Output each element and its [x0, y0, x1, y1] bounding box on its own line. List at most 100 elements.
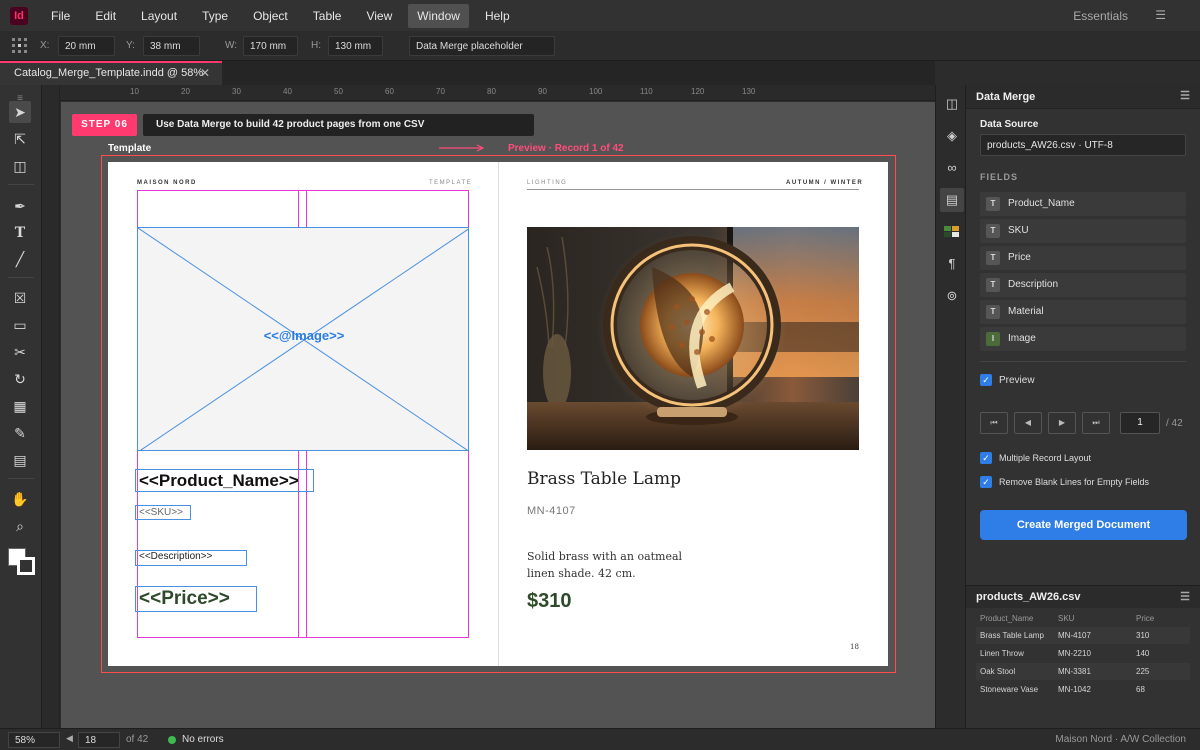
menu-help[interactable]: Help — [476, 4, 519, 28]
panel-title: Data Merge — [976, 91, 1036, 103]
menu-file[interactable]: File — [42, 4, 79, 28]
ruler-label: 10 — [130, 87, 139, 96]
text-field-icon: T — [986, 305, 1000, 319]
pages-panel-icon[interactable]: ◫ — [940, 92, 964, 116]
reference-point-icon[interactable] — [12, 38, 28, 54]
close-icon[interactable]: ✕ — [200, 66, 210, 80]
gap-tool-icon[interactable]: ◫ — [9, 155, 31, 177]
field-price[interactable]: T Price — [980, 246, 1186, 270]
collection-footer: Maison Nord · A/W Collection — [1055, 734, 1186, 745]
swatches-panel-icon[interactable] — [940, 220, 964, 244]
csv-column-header[interactable]: Product_Name — [980, 614, 1033, 623]
pathfinder-panel-icon[interactable]: ⊚ — [940, 284, 964, 308]
links-panel-icon[interactable]: ∞ — [940, 156, 964, 180]
menu-edit[interactable]: Edit — [86, 4, 125, 28]
hand-tool-icon[interactable]: ✋ — [9, 488, 31, 510]
field-sku[interactable]: T SKU — [980, 219, 1186, 243]
csv-row[interactable]: Stoneware Vase MN-1042 68 — [976, 681, 1190, 698]
menu-layout[interactable]: Layout — [132, 4, 186, 28]
data-source-label: Data Source — [980, 119, 1039, 130]
data-source-field[interactable]: products_AW26.csv · UTF-8 — [980, 134, 1186, 156]
note-tool-icon[interactable]: ▤ — [9, 449, 31, 471]
product-price: $310 — [527, 590, 572, 612]
menu-table[interactable]: Table — [304, 4, 351, 28]
csv-row[interactable]: Oak Stool MN-3381 225 — [976, 663, 1190, 680]
csv-cell: Stoneware Vase — [980, 685, 1039, 694]
hamburger-menu-icon[interactable]: ☰ — [1155, 8, 1166, 22]
gradient-tool-icon[interactable]: ▦ — [9, 395, 31, 417]
preflight-status[interactable]: No errors — [182, 734, 224, 745]
page-number-field[interactable]: 18 — [78, 732, 120, 748]
direct-selection-tool-icon[interactable]: ⇱ — [9, 128, 31, 150]
csv-cell: 310 — [1136, 631, 1150, 640]
text-field-icon: T — [986, 197, 1000, 211]
zoom-field[interactable]: 58% — [8, 732, 60, 748]
menu-window[interactable]: Window — [408, 3, 469, 28]
previous-record-button[interactable]: ◀ — [1014, 412, 1042, 434]
product-name: Brass Table Lamp — [527, 469, 681, 489]
field-image[interactable]: I Image — [980, 327, 1186, 351]
previous-page-icon[interactable]: ◀ — [66, 733, 73, 744]
panel-menu-icon[interactable]: ☰ — [1180, 590, 1190, 603]
menu-type[interactable]: Type — [193, 4, 237, 28]
zoom-tool-icon[interactable]: ⌕ — [9, 515, 31, 537]
scissors-tool-icon[interactable]: ✂ — [9, 341, 31, 363]
height-field[interactable]: 130 mm — [328, 36, 383, 56]
text-field-icon: T — [986, 224, 1000, 238]
product-photo[interactable] — [527, 227, 859, 450]
multiple-record-layout-checkbox[interactable]: ✓ — [980, 452, 992, 464]
field-product-name[interactable]: T Product_Name — [980, 192, 1186, 216]
image-placeholder-frame[interactable]: <<@Image>> — [137, 227, 469, 451]
eyedropper-tool-icon[interactable]: ✎ — [9, 422, 31, 444]
template-tag: TEMPLATE — [429, 180, 473, 186]
image-field-icon: I — [986, 332, 1000, 346]
line-tool-icon[interactable]: ╱ — [9, 248, 31, 270]
brand-label: MAISON NORD — [137, 180, 197, 186]
last-record-button[interactable]: ⏭ — [1082, 412, 1110, 434]
csv-row[interactable]: Linen Throw MN-2210 140 — [976, 645, 1190, 662]
document-tab-title: Catalog_Merge_Template.indd @ 58% — [14, 67, 204, 79]
csv-column-header[interactable]: SKU — [1058, 614, 1074, 623]
x-field[interactable]: 20 mm — [58, 36, 115, 56]
paragraph-panel-icon[interactable]: ¶ — [940, 252, 964, 276]
h-label: H: — [311, 40, 321, 51]
selection-tool-icon[interactable]: ➤ — [9, 101, 31, 123]
first-record-button[interactable]: ⏮ — [980, 412, 1008, 434]
object-name-field[interactable]: Data Merge placeholder — [409, 36, 555, 56]
y-field[interactable]: 38 mm — [143, 36, 200, 56]
panel-menu-icon[interactable]: ☰ — [1180, 89, 1190, 102]
next-record-button[interactable]: ▶ — [1048, 412, 1076, 434]
rectangle-frame-tool-icon[interactable]: ☒ — [9, 287, 31, 309]
sku-placeholder: <<SKU>> — [139, 507, 183, 518]
document-tab-bar: Catalog_Merge_Template.indd @ 58% ✕ — [0, 61, 935, 85]
width-field[interactable]: 170 mm — [243, 36, 298, 56]
pen-tool-icon[interactable]: ✒ — [9, 195, 31, 217]
field-name: Price — [1008, 252, 1031, 263]
record-number-input[interactable]: 1 — [1120, 412, 1160, 434]
preview-checkbox[interactable]: ✓ — [980, 374, 992, 386]
description-placeholder: <<Description>> — [139, 551, 213, 562]
field-name: Image — [1008, 333, 1036, 344]
remove-blank-lines-checkbox[interactable]: ✓ — [980, 476, 992, 488]
x-label: X: — [40, 40, 50, 51]
csv-column-header[interactable]: Price — [1136, 614, 1154, 623]
csv-row[interactable]: Brass Table Lamp MN-4107 310 — [976, 627, 1190, 644]
menu-object[interactable]: Object — [244, 4, 297, 28]
create-merged-document-button[interactable]: Create Merged Document — [980, 510, 1187, 540]
csv-cell: Oak Stool — [980, 667, 1016, 676]
free-transform-tool-icon[interactable]: ↻ — [9, 368, 31, 390]
workspace-switcher[interactable]: Essentials — [1073, 9, 1128, 23]
rectangle-tool-icon[interactable]: ▭ — [9, 314, 31, 336]
menu-view[interactable]: View — [357, 4, 401, 28]
field-material[interactable]: T Material — [980, 300, 1186, 324]
type-tool-icon[interactable]: T — [9, 222, 31, 244]
fill-stroke-swatch[interactable] — [8, 548, 36, 576]
document-tab[interactable]: Catalog_Merge_Template.indd @ 58% ✕ — [0, 61, 222, 85]
field-description[interactable]: T Description — [980, 273, 1186, 297]
divider — [980, 361, 1186, 362]
arrow-right-icon — [439, 144, 485, 152]
multiple-record-layout-label: Multiple Record Layout — [999, 453, 1092, 463]
data-merge-panel-icon[interactable]: ▤ — [940, 188, 964, 212]
ruler-label: 70 — [436, 87, 445, 96]
layers-panel-icon[interactable]: ◈ — [940, 124, 964, 148]
